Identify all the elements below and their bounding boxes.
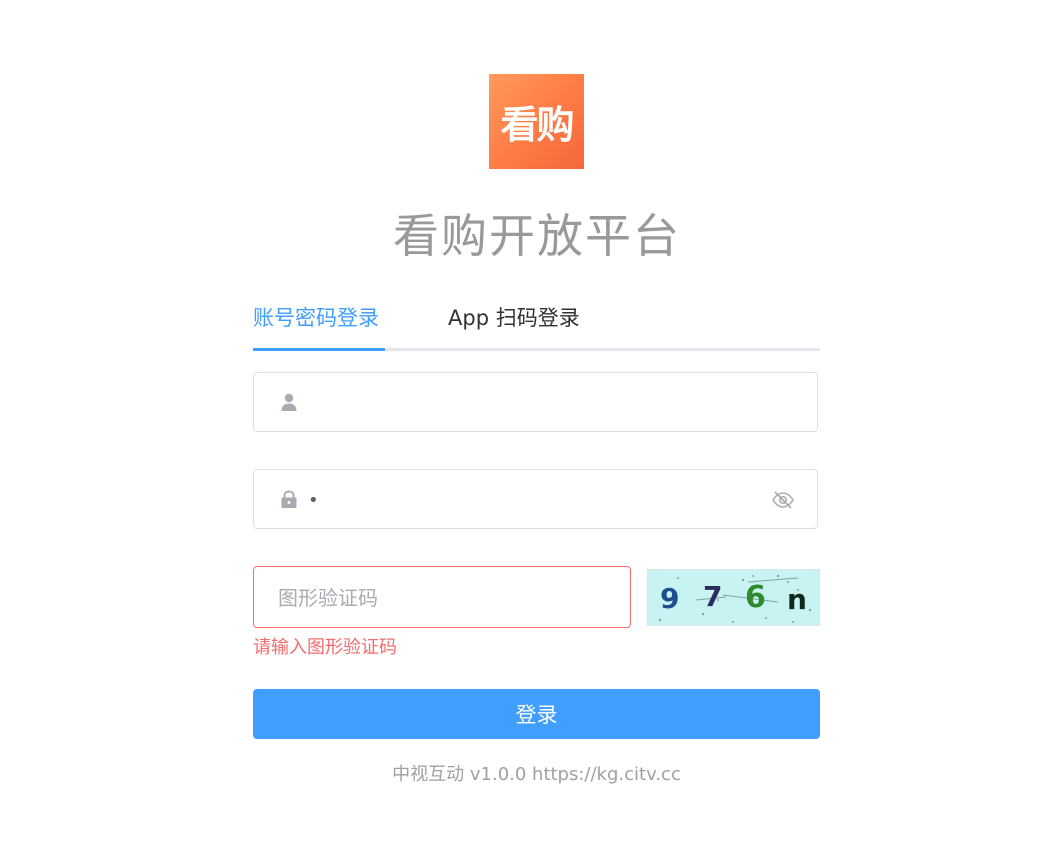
login-button[interactable]: 登录: [253, 689, 820, 739]
page-title: 看购开放平台: [393, 209, 681, 263]
captcha-char: 7: [703, 580, 722, 613]
logo-text: 看购: [500, 103, 574, 147]
username-field: [253, 372, 818, 433]
password-input[interactable]: [306, 470, 770, 530]
captcha-char: 6: [745, 580, 766, 615]
active-tab-indicator: [253, 348, 385, 351]
tab-app-scan-login[interactable]: App 扫码登录: [448, 302, 580, 332]
captcha-image[interactable]: 9 7 6 n: [647, 569, 820, 626]
captcha-input[interactable]: [276, 567, 610, 629]
tab-account-password-login[interactable]: 账号密码登录: [253, 302, 379, 332]
user-icon: [279, 392, 299, 412]
login-page: 看购 看购开放平台 账号密码登录 App 扫码登录 • 图形验证码 请输入图形验…: [0, 0, 1059, 842]
captcha-field: [253, 566, 631, 629]
password-field: [253, 469, 818, 530]
footer-text: 中视互动 v1.0.0 https://kg.citv.cc: [392, 764, 681, 785]
captcha-error-message: 请输入图形验证码: [253, 637, 397, 658]
captcha-char: n: [787, 583, 807, 616]
captcha-char: 9: [660, 582, 679, 615]
login-tabs: 账号密码登录 App 扫码登录: [253, 300, 820, 351]
eye-off-icon[interactable]: [771, 488, 795, 512]
username-input[interactable]: [306, 373, 770, 433]
kangou-logo: 看购: [489, 74, 584, 169]
lock-icon: [279, 489, 299, 509]
